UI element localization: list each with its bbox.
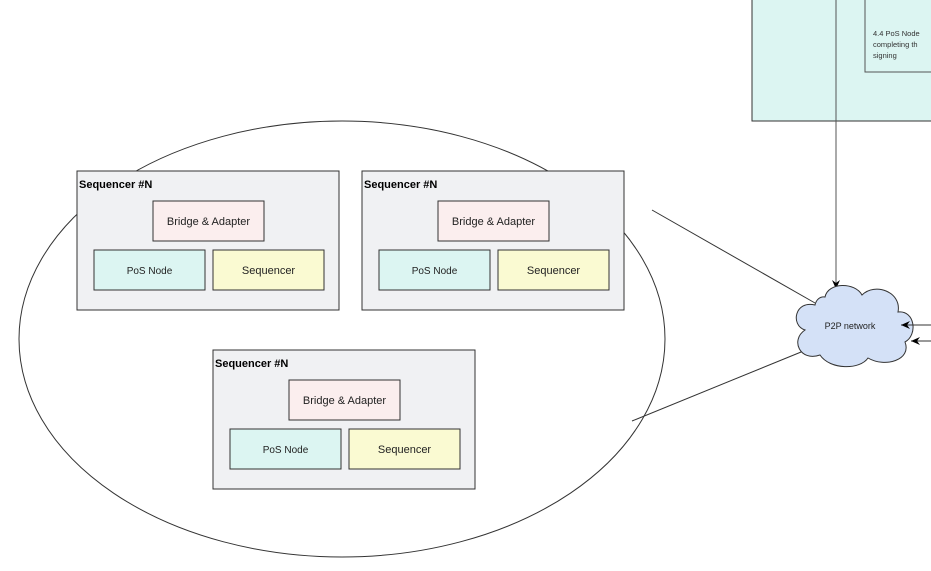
p2p-network-cloud[interactable]: P2P network xyxy=(795,285,914,368)
pos-node-box[interactable]: PoS Node xyxy=(93,249,206,291)
diagram: 4.4 PoS Node completing th signing P2P n… xyxy=(18,0,931,558)
sequencer-box[interactable]: Sequencer xyxy=(348,428,461,470)
bridge-adapter-box[interactable]: Bridge & Adapter xyxy=(288,379,401,421)
cloud-label: P2P network xyxy=(825,321,876,331)
pos-node-box-label: PoS Node xyxy=(127,266,173,277)
pos-node-box[interactable]: PoS Node xyxy=(229,428,342,470)
sequencer-group[interactable]: Sequencer #N Bridge & Adapter PoS Node Sequ… xyxy=(76,170,340,311)
pos-node-box[interactable]: PoS Node xyxy=(378,249,491,291)
sequencer-title: Sequencer #N xyxy=(364,179,437,191)
sequencer-group[interactable]: Sequencer #N Bridge & Adapter PoS Node Sequ… xyxy=(212,349,476,490)
sequencer-title: Sequencer #N xyxy=(215,358,288,370)
connector-line xyxy=(651,209,816,304)
pos-node-box-label: PoS Node xyxy=(263,445,309,456)
sequencer-box[interactable]: Sequencer xyxy=(497,249,610,291)
bridge-adapter-box-label: Bridge & Adapter xyxy=(167,216,251,228)
pos-node-box-label: PoS Node xyxy=(412,266,458,277)
sequencer-group[interactable]: Sequencer #N Bridge & Adapter PoS Node Sequ… xyxy=(361,170,625,311)
sequencer-box[interactable]: Sequencer xyxy=(212,249,325,291)
sequencer-box-label: Sequencer xyxy=(527,265,581,277)
bridge-adapter-box-label: Bridge & Adapter xyxy=(452,216,536,228)
sequencer-box-label: Sequencer xyxy=(378,444,432,456)
bridge-adapter-box[interactable]: Bridge & Adapter xyxy=(437,200,550,242)
sequencer-box-label: Sequencer xyxy=(242,265,296,277)
sequencer-title: Sequencer #N xyxy=(79,179,152,191)
bridge-adapter-box[interactable]: Bridge & Adapter xyxy=(152,200,265,242)
bridge-adapter-box-label: Bridge & Adapter xyxy=(303,395,387,407)
